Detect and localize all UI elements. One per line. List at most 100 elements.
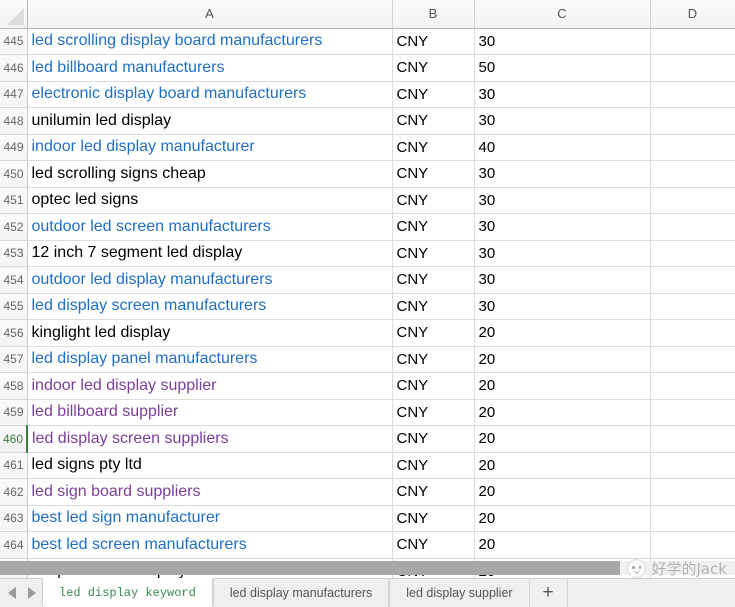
cell-C451[interactable]: 30 xyxy=(474,187,651,214)
cell-A462[interactable]: led sign board suppliers xyxy=(27,478,393,506)
cell-D461[interactable] xyxy=(650,452,735,479)
column-header-b[interactable]: B xyxy=(392,0,475,29)
row-header[interactable]: 445 xyxy=(0,28,28,55)
column-header-a[interactable]: A xyxy=(27,0,393,29)
cell-B446[interactable]: CNY xyxy=(392,54,475,82)
cell-B445[interactable]: CNY xyxy=(392,28,475,55)
cell-B454[interactable]: CNY xyxy=(392,266,475,294)
cell-D456[interactable] xyxy=(650,319,735,347)
cell-A456[interactable]: kinglight led display xyxy=(27,319,393,347)
cell-A451[interactable]: optec led signs xyxy=(27,187,393,214)
table-row[interactable]: 464 best led screen manufacturers CNY 20 xyxy=(0,531,735,559)
cell-C460[interactable]: 20 xyxy=(474,425,651,453)
cell-D462[interactable] xyxy=(650,478,735,506)
cell-A450[interactable]: led scrolling signs cheap xyxy=(27,160,393,188)
table-row[interactable]: 449 indoor led display manufacturer CNY 40 xyxy=(0,134,735,161)
row-header[interactable]: 458 xyxy=(0,372,28,400)
horizontal-scrollbar-thumb[interactable] xyxy=(0,561,620,575)
triangle-left-icon[interactable] xyxy=(8,587,16,599)
cell-C453[interactable]: 30 xyxy=(474,240,651,267)
table-row[interactable]: 462 led sign board suppliers CNY 20 xyxy=(0,478,735,506)
sheet-tab-0[interactable]: led display keyword xyxy=(42,578,213,607)
row-header[interactable]: 457 xyxy=(0,346,28,373)
horizontal-scrollbar[interactable] xyxy=(0,561,735,575)
row-header[interactable]: 459 xyxy=(0,399,28,426)
row-header[interactable]: 455 xyxy=(0,293,28,320)
table-row[interactable]: 453 12 inch 7 segment led display CNY 30 xyxy=(0,240,735,267)
cell-C455[interactable]: 30 xyxy=(474,293,651,320)
table-row[interactable]: 457 led display panel manufacturers CNY 20 xyxy=(0,346,735,373)
cell-B459[interactable]: CNY xyxy=(392,399,475,426)
cell-C461[interactable]: 20 xyxy=(474,452,651,479)
spreadsheet-grid[interactable]: A B C D 445 led scrolling display board m… xyxy=(0,0,735,578)
row-header[interactable]: 452 xyxy=(0,213,28,241)
cell-A464[interactable]: best led screen manufacturers xyxy=(27,531,393,559)
cell-C446[interactable]: 50 xyxy=(474,54,651,82)
cell-C449[interactable]: 40 xyxy=(474,134,651,161)
cell-C464[interactable]: 20 xyxy=(474,531,651,559)
cell-A454[interactable]: outdoor led display manufacturers xyxy=(27,266,393,294)
cell-B453[interactable]: CNY xyxy=(392,240,475,267)
cell-D463[interactable] xyxy=(650,505,735,532)
cell-D460[interactable] xyxy=(650,425,735,453)
cell-D445[interactable] xyxy=(650,28,735,55)
table-row[interactable]: 450 led scrolling signs cheap CNY 30 xyxy=(0,160,735,188)
cell-B458[interactable]: CNY xyxy=(392,372,475,400)
table-row[interactable]: 459 led billboard supplier CNY 20 xyxy=(0,399,735,426)
cell-A461[interactable]: led signs pty ltd xyxy=(27,452,393,479)
cell-B455[interactable]: CNY xyxy=(392,293,475,320)
cell-C459[interactable]: 20 xyxy=(474,399,651,426)
cell-D453[interactable] xyxy=(650,240,735,267)
cell-D446[interactable] xyxy=(650,54,735,82)
cell-D457[interactable] xyxy=(650,346,735,373)
cell-B463[interactable]: CNY xyxy=(392,505,475,532)
row-header[interactable]: 464 xyxy=(0,531,28,559)
cell-C447[interactable]: 30 xyxy=(474,81,651,108)
cell-C454[interactable]: 30 xyxy=(474,266,651,294)
cell-A449[interactable]: indoor led display manufacturer xyxy=(27,134,393,161)
cell-C456[interactable]: 20 xyxy=(474,319,651,347)
table-row[interactable]: 455 led display screen manufacturers CNY 30 xyxy=(0,293,735,320)
row-header[interactable]: 453 xyxy=(0,240,28,267)
cell-A452[interactable]: outdoor led screen manufacturers xyxy=(27,213,393,241)
cell-A445[interactable]: led scrolling display board manufacturer… xyxy=(27,28,393,55)
cell-D452[interactable] xyxy=(650,213,735,241)
row-header[interactable]: 460 xyxy=(0,425,28,453)
cell-B457[interactable]: CNY xyxy=(392,346,475,373)
cell-D448[interactable] xyxy=(650,107,735,135)
row-header[interactable]: 447 xyxy=(0,81,28,108)
cell-B461[interactable]: CNY xyxy=(392,452,475,479)
cell-B452[interactable]: CNY xyxy=(392,213,475,241)
table-row[interactable]: 456 kinglight led display CNY 20 xyxy=(0,319,735,347)
row-header[interactable]: 448 xyxy=(0,107,28,135)
cell-D458[interactable] xyxy=(650,372,735,400)
column-header-c[interactable]: C xyxy=(474,0,651,29)
cell-D455[interactable] xyxy=(650,293,735,320)
sheet-tab-1[interactable]: led display manufacturers xyxy=(212,579,390,607)
cell-A446[interactable]: led billboard manufacturers xyxy=(27,54,393,82)
cell-C450[interactable]: 30 xyxy=(474,160,651,188)
table-row[interactable]: 448 unilumin led display CNY 30 xyxy=(0,107,735,135)
cell-B456[interactable]: CNY xyxy=(392,319,475,347)
cell-A455[interactable]: led display screen manufacturers xyxy=(27,293,393,320)
cell-D449[interactable] xyxy=(650,134,735,161)
cell-B449[interactable]: CNY xyxy=(392,134,475,161)
table-row[interactable]: 461 led signs pty ltd CNY 20 xyxy=(0,452,735,479)
cell-D451[interactable] xyxy=(650,187,735,214)
cell-D450[interactable] xyxy=(650,160,735,188)
cell-A463[interactable]: best led sign manufacturer xyxy=(27,505,393,532)
cell-A457[interactable]: led display panel manufacturers xyxy=(27,346,393,373)
cell-A448[interactable]: unilumin led display xyxy=(27,107,393,135)
table-row[interactable]: 445 led scrolling display board manufactu… xyxy=(0,28,735,55)
cell-C457[interactable]: 20 xyxy=(474,346,651,373)
cell-C452[interactable]: 30 xyxy=(474,213,651,241)
table-row[interactable]: 446 led billboard manufacturers CNY 50 xyxy=(0,54,735,82)
row-header[interactable]: 449 xyxy=(0,134,28,161)
sheet-tab-2[interactable]: led display supplier xyxy=(389,579,530,607)
cell-A458[interactable]: indoor led display supplier xyxy=(27,372,393,400)
table-row[interactable]: 460 led display screen suppliers CNY 20 xyxy=(0,425,735,453)
column-header-d[interactable]: D xyxy=(650,0,735,29)
cell-A447[interactable]: electronic display board manufacturers xyxy=(27,81,393,108)
cell-D459[interactable] xyxy=(650,399,735,426)
row-header[interactable]: 450 xyxy=(0,160,28,188)
